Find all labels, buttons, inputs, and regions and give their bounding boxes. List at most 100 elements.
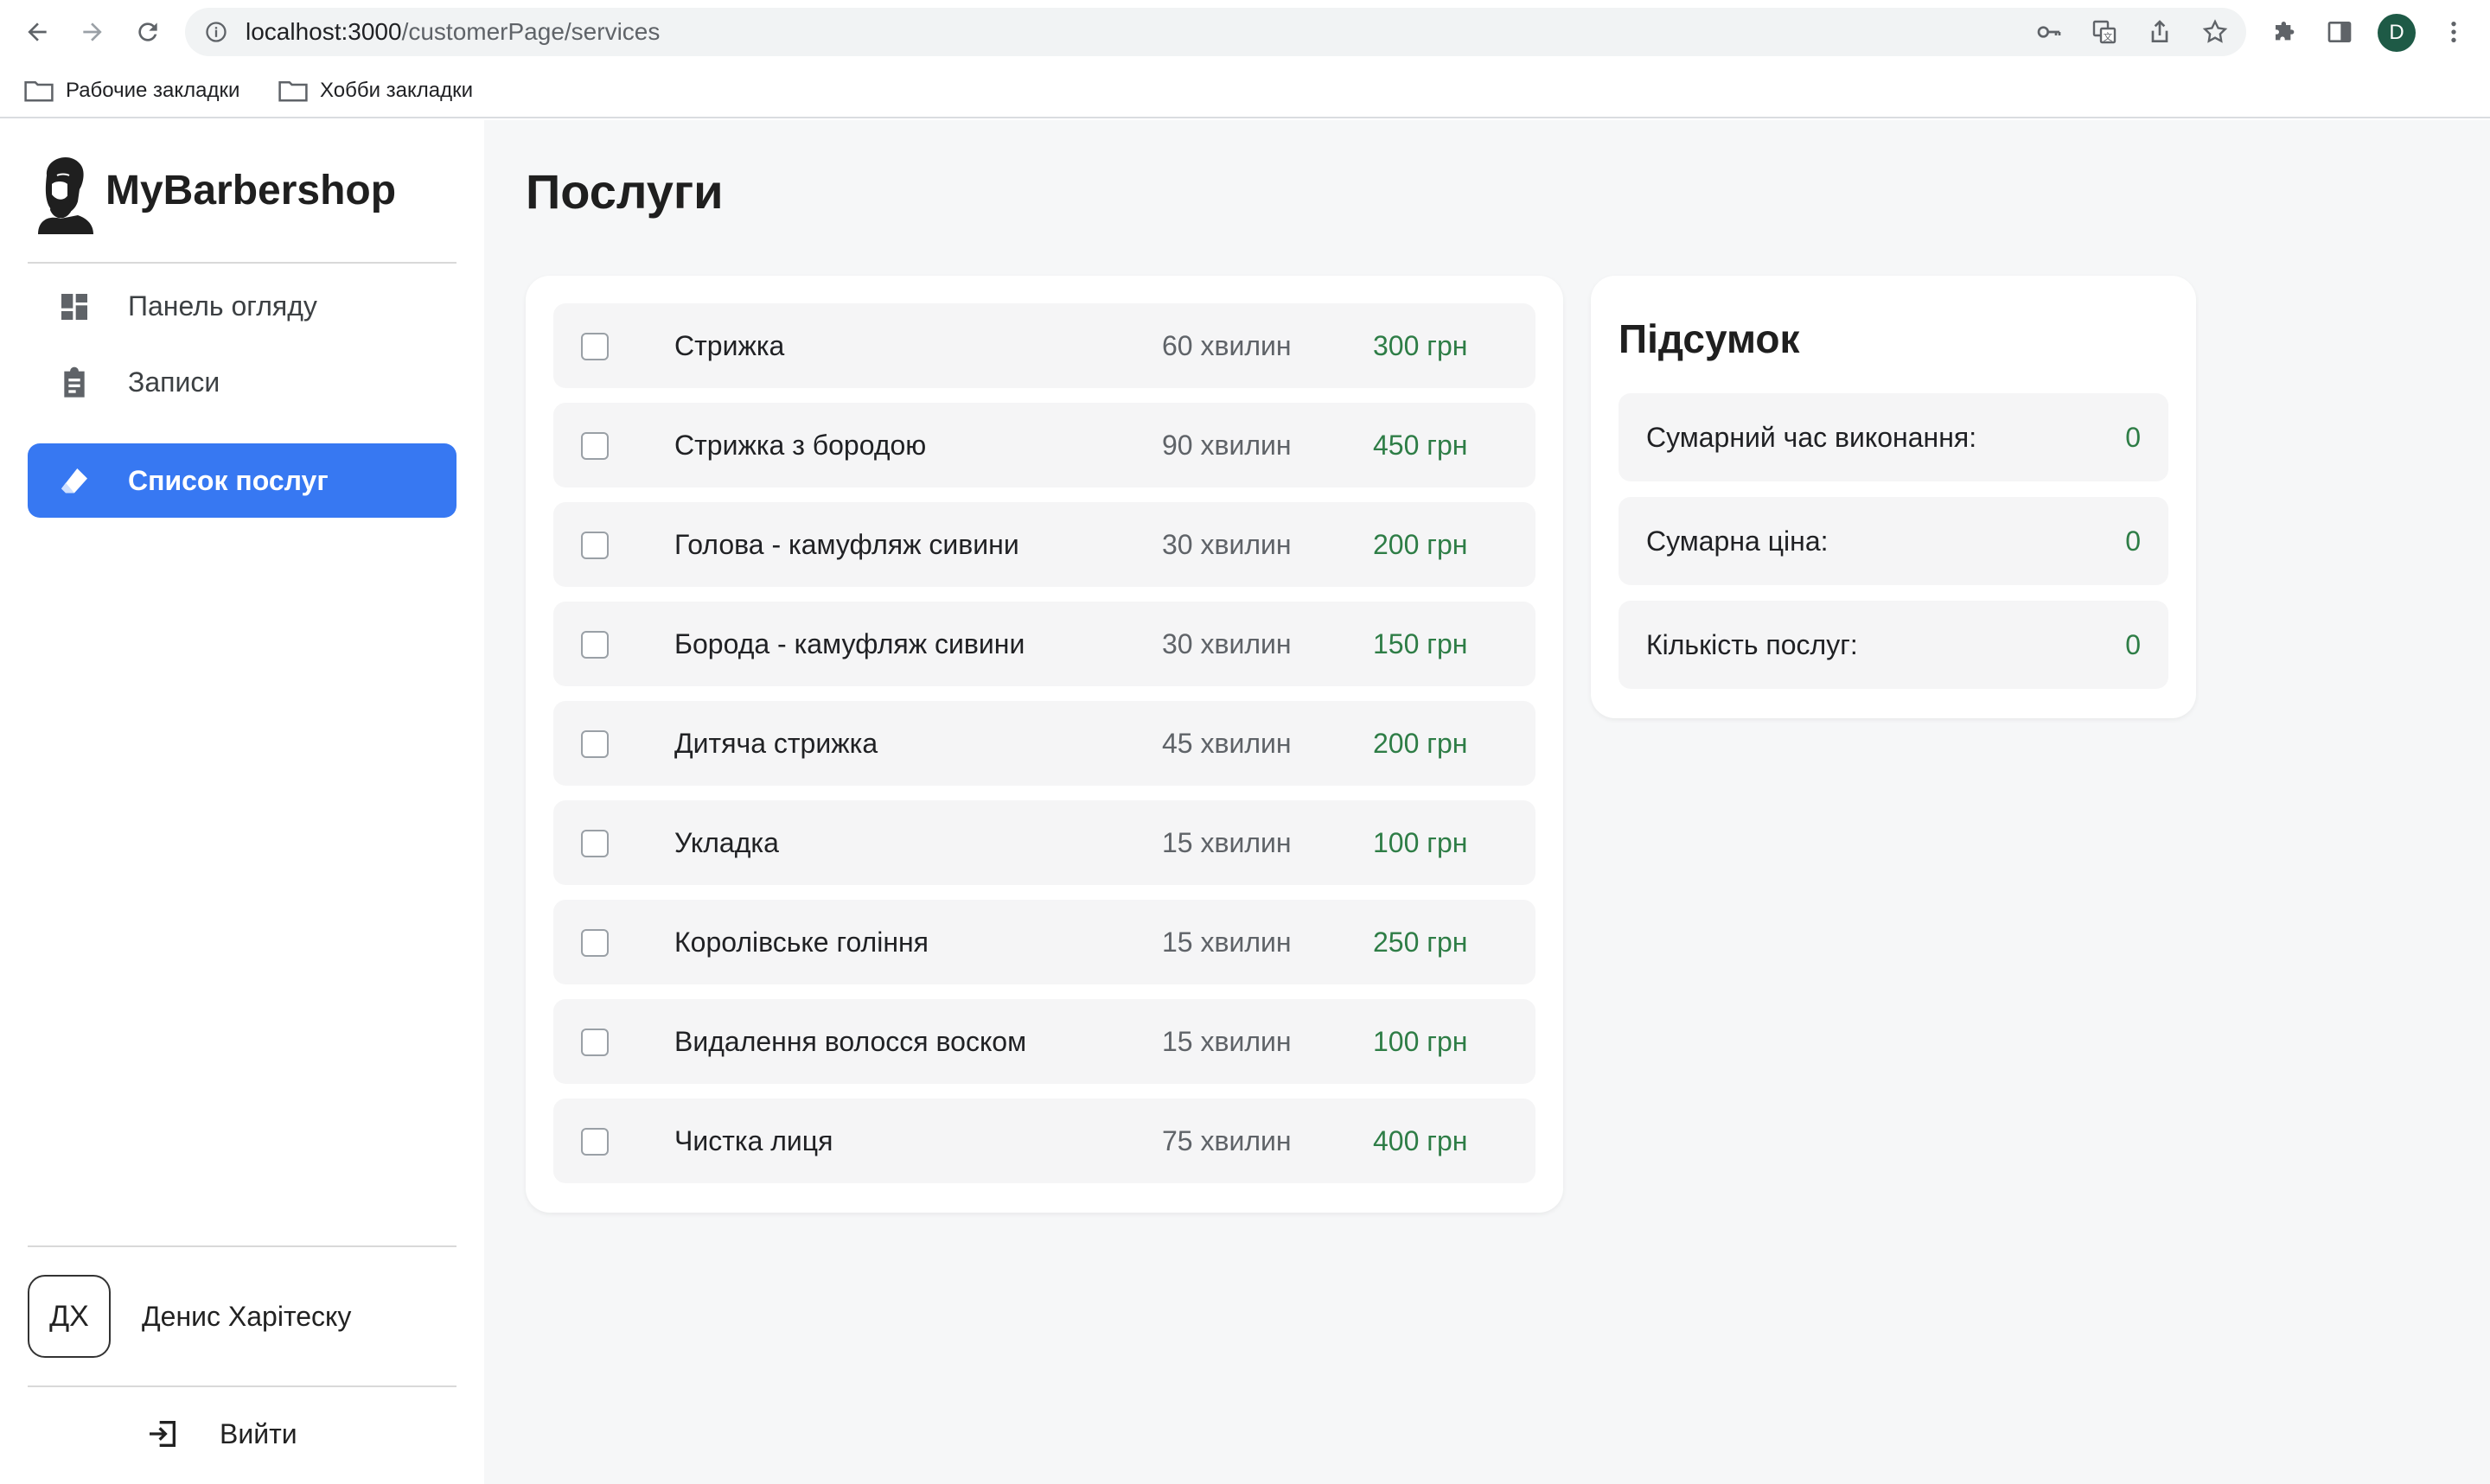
summary-total-price: Сумарна ціна: 0: [1618, 497, 2168, 585]
summary-total-time: Сумарний час виконання: 0: [1618, 393, 2168, 481]
service-checkbox[interactable]: [581, 333, 609, 360]
arrow-right-icon: [83, 22, 102, 41]
star-icon[interactable]: [2201, 18, 2229, 46]
bookmark-label: Хобби закладки: [320, 79, 474, 102]
service-name: Укладка: [674, 827, 779, 858]
forward-button[interactable]: [73, 12, 112, 52]
share-icon[interactable]: [2146, 18, 2174, 46]
sidebar-item-label: Список послуг: [128, 465, 329, 496]
service-price: 100 грн: [1373, 1026, 1468, 1057]
url-text: localhost:3000/customerPage/services: [246, 8, 660, 56]
service-row[interactable]: Стрижка 60 хвилин 300 грн: [553, 303, 1536, 388]
sidebar-divider: [28, 262, 456, 264]
sidebar-divider: [28, 1385, 456, 1387]
service-price: 150 грн: [1373, 628, 1468, 659]
service-price: 200 грн: [1373, 728, 1468, 759]
sidebar-item-label: Записи: [128, 366, 220, 398]
summary-title: Підсумок: [1618, 316, 1800, 361]
services-list: Стрижка 60 хвилин 300 грн Стрижка з боро…: [526, 276, 1563, 1213]
service-row[interactable]: Стрижка з бородою 90 хвилин 450 грн: [553, 403, 1536, 487]
browser-toolbar: localhost:3000/customerPage/services 文 D: [0, 0, 2490, 65]
service-checkbox[interactable]: [581, 1128, 609, 1156]
brand-logo[interactable]: [26, 150, 100, 234]
browser-menu-button[interactable]: [2436, 15, 2471, 49]
bookmark-folder-hobby[interactable]: Хобби закладки: [278, 75, 473, 106]
bookmarks-bar: Рабочие закладки Хобби закладки: [0, 65, 2490, 118]
service-price: 250 грн: [1373, 927, 1468, 958]
svg-text:文: 文: [2104, 31, 2113, 42]
service-checkbox[interactable]: [581, 631, 609, 659]
service-duration: 30 хвилин: [1162, 529, 1292, 560]
summary-service-count: Кількість послуг: 0: [1618, 601, 2168, 689]
key-icon[interactable]: [2035, 18, 2063, 46]
sidebar-item-services[interactable]: Список послуг: [28, 443, 456, 518]
service-name: Королівське гоління: [674, 927, 929, 958]
service-checkbox[interactable]: [581, 830, 609, 857]
sidebar-item-appointments[interactable]: Записи: [28, 345, 456, 419]
service-price: 400 грн: [1373, 1125, 1468, 1156]
folder-icon: [24, 80, 54, 102]
service-name: Борода - камуфляж сивини: [674, 628, 1025, 659]
bookmark-folder-work[interactable]: Рабочие закладки: [24, 75, 239, 106]
reload-button[interactable]: [128, 12, 168, 52]
sidebar-item-dashboard[interactable]: Панель огляду: [28, 269, 456, 343]
service-price: 100 грн: [1373, 827, 1468, 858]
folder-icon: [278, 80, 308, 102]
service-checkbox[interactable]: [581, 929, 609, 957]
sidebar-divider: [28, 1245, 456, 1247]
back-button[interactable]: [17, 12, 57, 52]
service-duration: 90 хвилин: [1162, 430, 1292, 461]
info-icon[interactable]: [204, 20, 228, 44]
puzzle-icon: [2276, 22, 2295, 41]
page-title: Послуги: [526, 164, 724, 219]
url-path: /customerPage/services: [401, 18, 661, 45]
profile-avatar[interactable]: D: [2378, 14, 2416, 52]
bookmark-label: Рабочие закладки: [66, 79, 240, 102]
translate-icon[interactable]: 文: [2091, 18, 2118, 46]
service-name: Видалення волосся воском: [674, 1026, 1027, 1057]
service-row[interactable]: Королівське гоління 15 хвилин 250 грн: [553, 900, 1536, 984]
service-name: Дитяча стрижка: [674, 728, 878, 759]
side-panel-button[interactable]: [2322, 15, 2357, 49]
logout-icon: [150, 1421, 176, 1447]
service-row[interactable]: Чистка лиця 75 хвилин 400 грн: [553, 1099, 1536, 1183]
service-duration: 60 хвилин: [1162, 330, 1292, 361]
summary-panel: Підсумок Сумарний час виконання: 0 Сумар…: [1591, 276, 2196, 718]
service-row[interactable]: Укладка 15 хвилин 100 грн: [553, 800, 1536, 885]
sidebar: MyBarbershop Панель огляду Записи Список…: [0, 120, 484, 1484]
side-panel-icon: [2327, 22, 2352, 42]
dashboard-icon: [61, 294, 87, 320]
service-duration: 15 хвилин: [1162, 827, 1292, 858]
service-row[interactable]: Голова - камуфляж сивини 30 хвилин 200 г…: [553, 502, 1536, 587]
summary-value: 0: [2125, 422, 2141, 453]
arrow-left-icon: [28, 22, 47, 41]
address-bar[interactable]: localhost:3000/customerPage/services 文: [185, 8, 2246, 56]
service-row[interactable]: Борода - камуфляж сивини 30 хвилин 150 г…: [553, 602, 1536, 686]
service-price: 200 грн: [1373, 529, 1468, 560]
user-name: Денис Харітеску: [142, 1301, 352, 1332]
service-checkbox[interactable]: [581, 1029, 609, 1056]
service-duration: 75 хвилин: [1162, 1125, 1292, 1156]
service-checkbox[interactable]: [581, 532, 609, 559]
service-price: 300 грн: [1373, 330, 1468, 361]
summary-value: 0: [2125, 629, 2141, 660]
service-name: Стрижка з бородою: [674, 430, 927, 461]
summary-label: Кількість послуг:: [1646, 629, 1858, 660]
service-duration: 15 хвилин: [1162, 1026, 1292, 1057]
logout-button[interactable]: Вийти: [145, 1408, 297, 1460]
user-avatar[interactable]: ДХ: [28, 1275, 111, 1358]
reload-icon: [138, 22, 157, 41]
extensions-button[interactable]: [2269, 15, 2303, 49]
service-row[interactable]: Дитяча стрижка 45 хвилин 200 грн: [553, 701, 1536, 786]
clipboard-icon: [64, 366, 85, 398]
summary-label: Сумарний час виконання:: [1646, 422, 1977, 453]
barber-logo-icon: [38, 156, 93, 234]
service-checkbox[interactable]: [581, 432, 609, 460]
service-row[interactable]: Видалення волосся воском 15 хвилин 100 г…: [553, 999, 1536, 1084]
service-price: 450 грн: [1373, 430, 1468, 461]
summary-value: 0: [2125, 525, 2141, 557]
service-checkbox[interactable]: [581, 730, 609, 758]
summary-label: Сумарна ціна:: [1646, 525, 1829, 557]
eraser-icon: [61, 468, 87, 494]
service-duration: 30 хвилин: [1162, 628, 1292, 659]
